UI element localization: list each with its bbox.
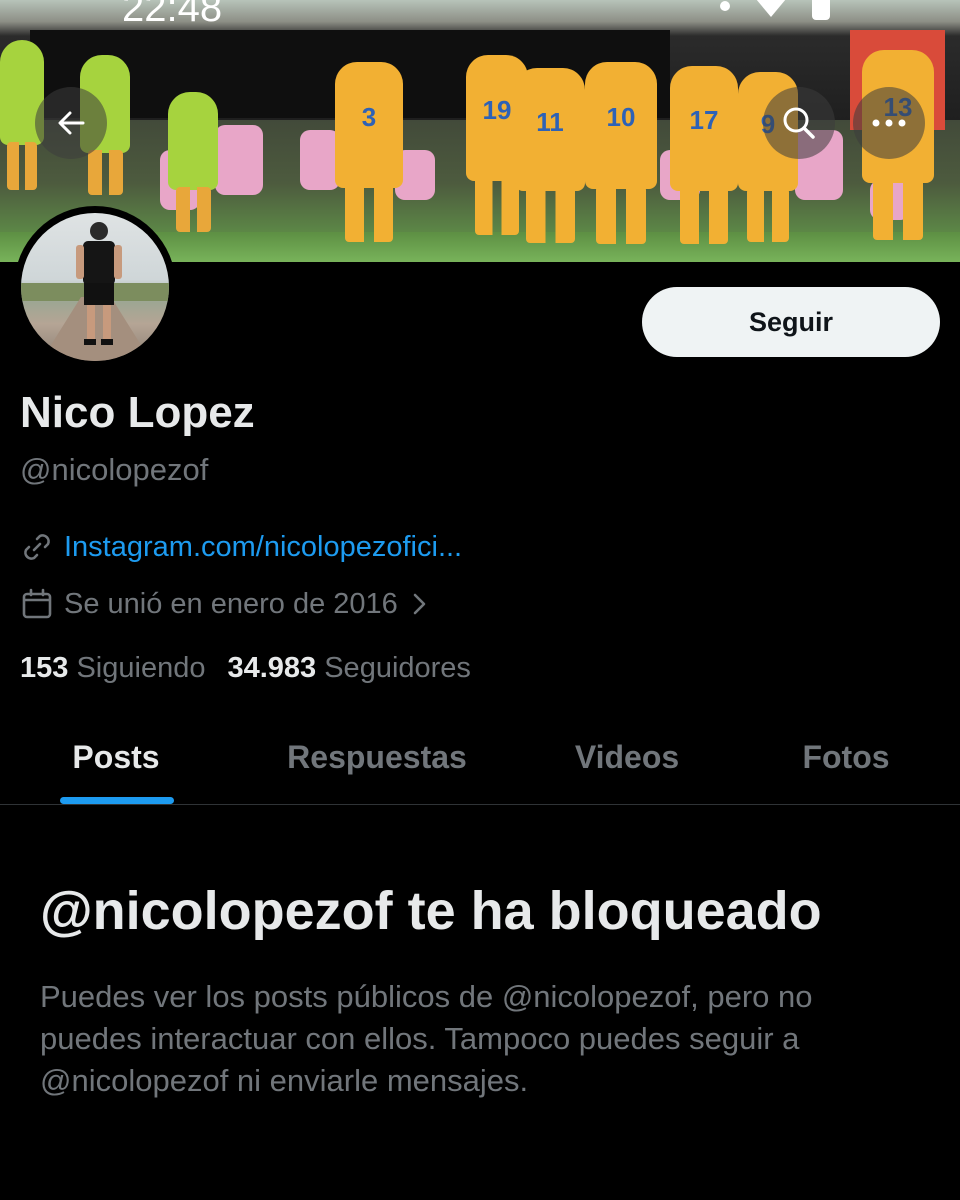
tab-respuestas[interactable]: Respuestas bbox=[262, 710, 492, 804]
followers-label: Seguidores bbox=[324, 652, 471, 684]
following-count: 153 bbox=[20, 652, 69, 684]
profile-handle: @nicolopezof bbox=[20, 452, 209, 487]
profile-joined: Se unió en enero de 2016 bbox=[64, 587, 398, 620]
banner-player: 17 bbox=[670, 66, 738, 244]
notification-dot-icon bbox=[720, 1, 730, 11]
calendar-icon bbox=[22, 588, 52, 619]
banner-player: 10 bbox=[585, 62, 657, 244]
banner-player bbox=[168, 92, 218, 232]
banner-figure bbox=[215, 125, 263, 195]
follow-button[interactable]: Seguir bbox=[642, 287, 940, 357]
follow-counts: 153 Siguiendo 34.983 Seguidores bbox=[20, 652, 471, 685]
more-horizontal-icon bbox=[872, 119, 906, 127]
followers-count: 34.983 bbox=[227, 652, 317, 684]
banner-figure bbox=[300, 130, 340, 190]
profile-tabs: Posts Respuestas Videos Fotos bbox=[0, 710, 960, 805]
wifi-icon bbox=[756, 0, 786, 17]
profile-joined-row[interactable]: Se unió en enero de 2016 bbox=[20, 587, 430, 621]
status-icons bbox=[720, 0, 830, 20]
blocked-message: Puedes ver los posts públicos de @nicolo… bbox=[40, 979, 813, 1098]
battery-icon bbox=[812, 0, 830, 20]
search-icon bbox=[783, 107, 815, 139]
followers-link[interactable]: 34.983 Seguidores bbox=[227, 652, 470, 685]
banner-player: 11 bbox=[515, 68, 585, 243]
more-button[interactable] bbox=[853, 87, 925, 159]
following-label: Siguiendo bbox=[76, 652, 206, 684]
blocked-title: @nicolopezof te ha bloqueado bbox=[40, 881, 822, 941]
avatar[interactable] bbox=[14, 206, 176, 368]
tab-videos[interactable]: Videos bbox=[545, 710, 709, 804]
profile-link-row[interactable]: Instagram.com/nicolopezofici... bbox=[20, 530, 462, 564]
link-icon bbox=[24, 534, 50, 560]
profile-link[interactable]: Instagram.com/nicolopezofici... bbox=[64, 531, 462, 564]
profile-name: Nico Lopez bbox=[20, 388, 255, 437]
arrow-left-icon bbox=[58, 111, 85, 135]
back-button[interactable] bbox=[35, 87, 107, 159]
avatar-photo bbox=[21, 213, 169, 361]
banner-player: 3 bbox=[335, 62, 403, 242]
search-button[interactable] bbox=[763, 87, 835, 159]
active-tab-indicator bbox=[60, 797, 174, 804]
chevron-right-icon bbox=[413, 593, 426, 615]
status-time: 22:48 bbox=[122, 0, 223, 30]
avatar-person-figure bbox=[21, 222, 169, 361]
tab-fotos[interactable]: Fotos bbox=[780, 710, 912, 804]
tab-posts[interactable]: Posts bbox=[40, 710, 192, 804]
following-link[interactable]: 153 Siguiendo bbox=[20, 652, 205, 685]
